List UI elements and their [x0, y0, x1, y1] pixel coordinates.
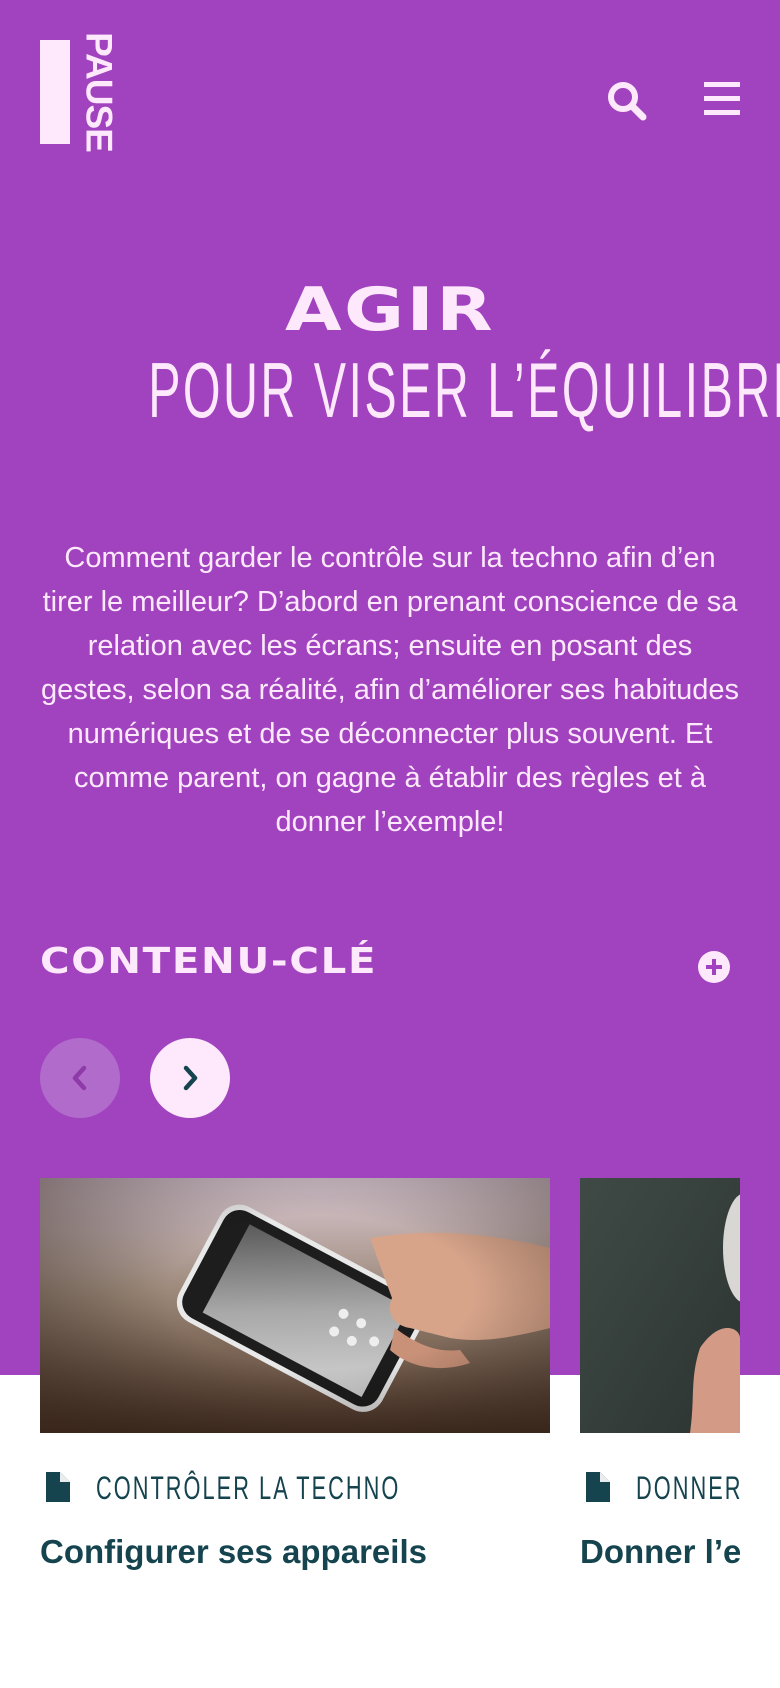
card-image	[580, 1178, 740, 1433]
content-card[interactable]: DONNER L Donner l’ex	[580, 1178, 740, 1598]
chevron-left-icon	[72, 1065, 87, 1091]
card-title: Configurer ses appareils	[40, 1533, 427, 1570]
search-icon	[608, 82, 647, 121]
search-button[interactable]	[604, 78, 650, 124]
card-category: CONTRÔLER LA TECHNO	[96, 1470, 401, 1506]
section-title: CONTENU-CLÉ	[40, 941, 378, 982]
card-title: Donner l’ex	[580, 1533, 740, 1570]
logo-bar	[40, 40, 70, 144]
content-card[interactable]: CONTRÔLER LA TECHNO Configurer ses appar…	[40, 1178, 550, 1570]
page-subtitle: POUR VISER L’ÉQUILIBRE	[148, 346, 780, 434]
document-icon	[586, 1472, 610, 1502]
intro-paragraph: Comment garder le contrôle sur la techno…	[41, 542, 739, 838]
carousel-prev-button[interactable]	[40, 1038, 120, 1118]
carousel-next-button[interactable]	[150, 1038, 230, 1118]
page-title: AGIR	[284, 275, 496, 345]
logo-text: PAUSE	[78, 32, 120, 152]
chevron-right-icon	[183, 1065, 198, 1091]
card-image	[40, 1178, 550, 1433]
card-category: DONNER L	[636, 1470, 740, 1506]
hamburger-menu-icon	[704, 82, 740, 115]
expand-section-button[interactable]	[698, 951, 730, 983]
document-icon	[46, 1472, 70, 1502]
menu-button[interactable]	[702, 79, 742, 119]
pause-logo[interactable]: PAUSE	[40, 32, 120, 152]
logo-wordmark: PAUSE	[79, 32, 120, 152]
